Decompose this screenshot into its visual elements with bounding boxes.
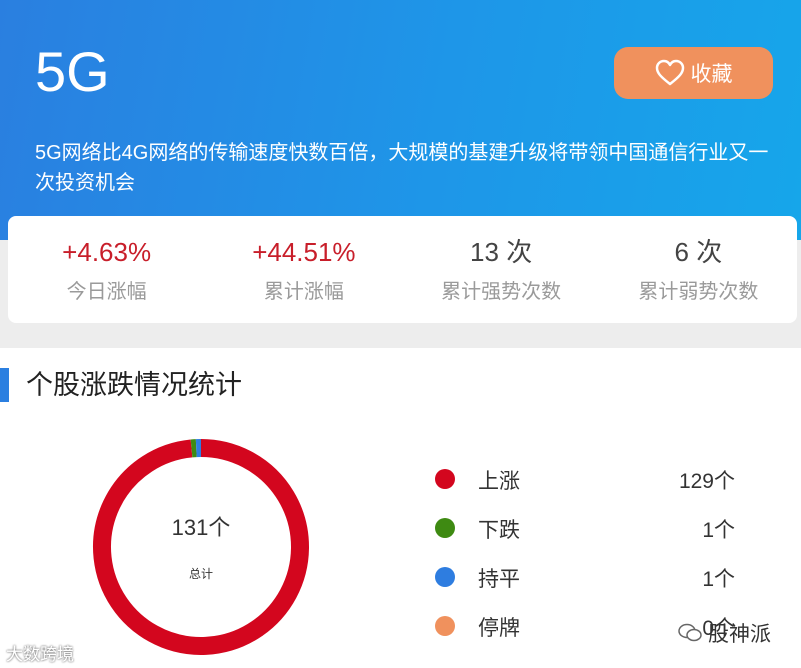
- legend-count: 1个: [702, 519, 735, 542]
- legend-dot: [435, 567, 455, 587]
- stats-card: +4.63% 今日涨幅 +44.51% 累计涨幅 13 次 累计强势次数 6 次…: [8, 216, 797, 323]
- legend-dot: [435, 469, 455, 489]
- stat-weak-count: 6 次 累计弱势次数: [600, 216, 797, 323]
- watermark-left-text: 大数跨境: [6, 645, 74, 664]
- watermark-left: 大数跨境: [6, 640, 74, 665]
- legend-label: 下跌: [478, 519, 520, 542]
- wechat-icon: [678, 623, 702, 642]
- stat-label: 累计涨幅: [263, 281, 344, 303]
- donut-total: 131个: [171, 515, 231, 540]
- stat-label: 累计强势次数: [441, 281, 562, 303]
- heart-icon: [655, 59, 684, 86]
- legend-label: 上涨: [478, 470, 520, 493]
- legend-count: 1个: [702, 568, 735, 591]
- stat-value: 13 次: [470, 237, 533, 267]
- favorite-button[interactable]: 收藏: [614, 47, 773, 99]
- legend-count: 129个: [678, 470, 735, 493]
- legend-label: 停牌: [478, 617, 520, 640]
- concept-description: 5G网络比4G网络的传输速度快数百倍，大规模的基建升级将带领中国通信行业又一次投…: [35, 142, 769, 194]
- stat-value: 6 次: [674, 237, 723, 267]
- legend-dot: [435, 616, 455, 636]
- legend-item-down: 下跌 1个: [430, 509, 740, 558]
- section-title: 个股涨跌情况统计: [26, 370, 242, 400]
- header-banner: 5G 收藏 5G网络比4G网络的传输速度快数百倍，大规模的基建升级将带领中国通信…: [0, 0, 801, 240]
- stat-value: +4.63%: [62, 237, 152, 267]
- donut-center: 131个 总计: [92, 438, 310, 656]
- legend-label: 持平: [478, 568, 520, 591]
- legend-item-up: 上涨 129个: [430, 460, 740, 509]
- stat-strong-count: 13 次 累计强势次数: [403, 216, 600, 323]
- donut-total-label: 总计: [188, 567, 213, 581]
- stat-today-change: +4.63% 今日涨幅: [8, 216, 205, 323]
- stat-label: 累计弱势次数: [638, 281, 759, 303]
- page-title: 5G: [35, 40, 110, 103]
- stat-value: +44.51%: [252, 237, 356, 267]
- watermark-right: 股神派: [678, 618, 771, 648]
- legend-item-flat: 持平 1个: [430, 558, 740, 607]
- legend-dot: [435, 518, 455, 538]
- stat-label: 今日涨幅: [66, 281, 147, 303]
- stat-cumulative-change: +44.51% 累计涨幅: [205, 216, 402, 323]
- favorite-label: 收藏: [690, 63, 733, 86]
- section-accent-bar: [0, 368, 9, 402]
- watermark-right-text: 股神派: [708, 623, 771, 646]
